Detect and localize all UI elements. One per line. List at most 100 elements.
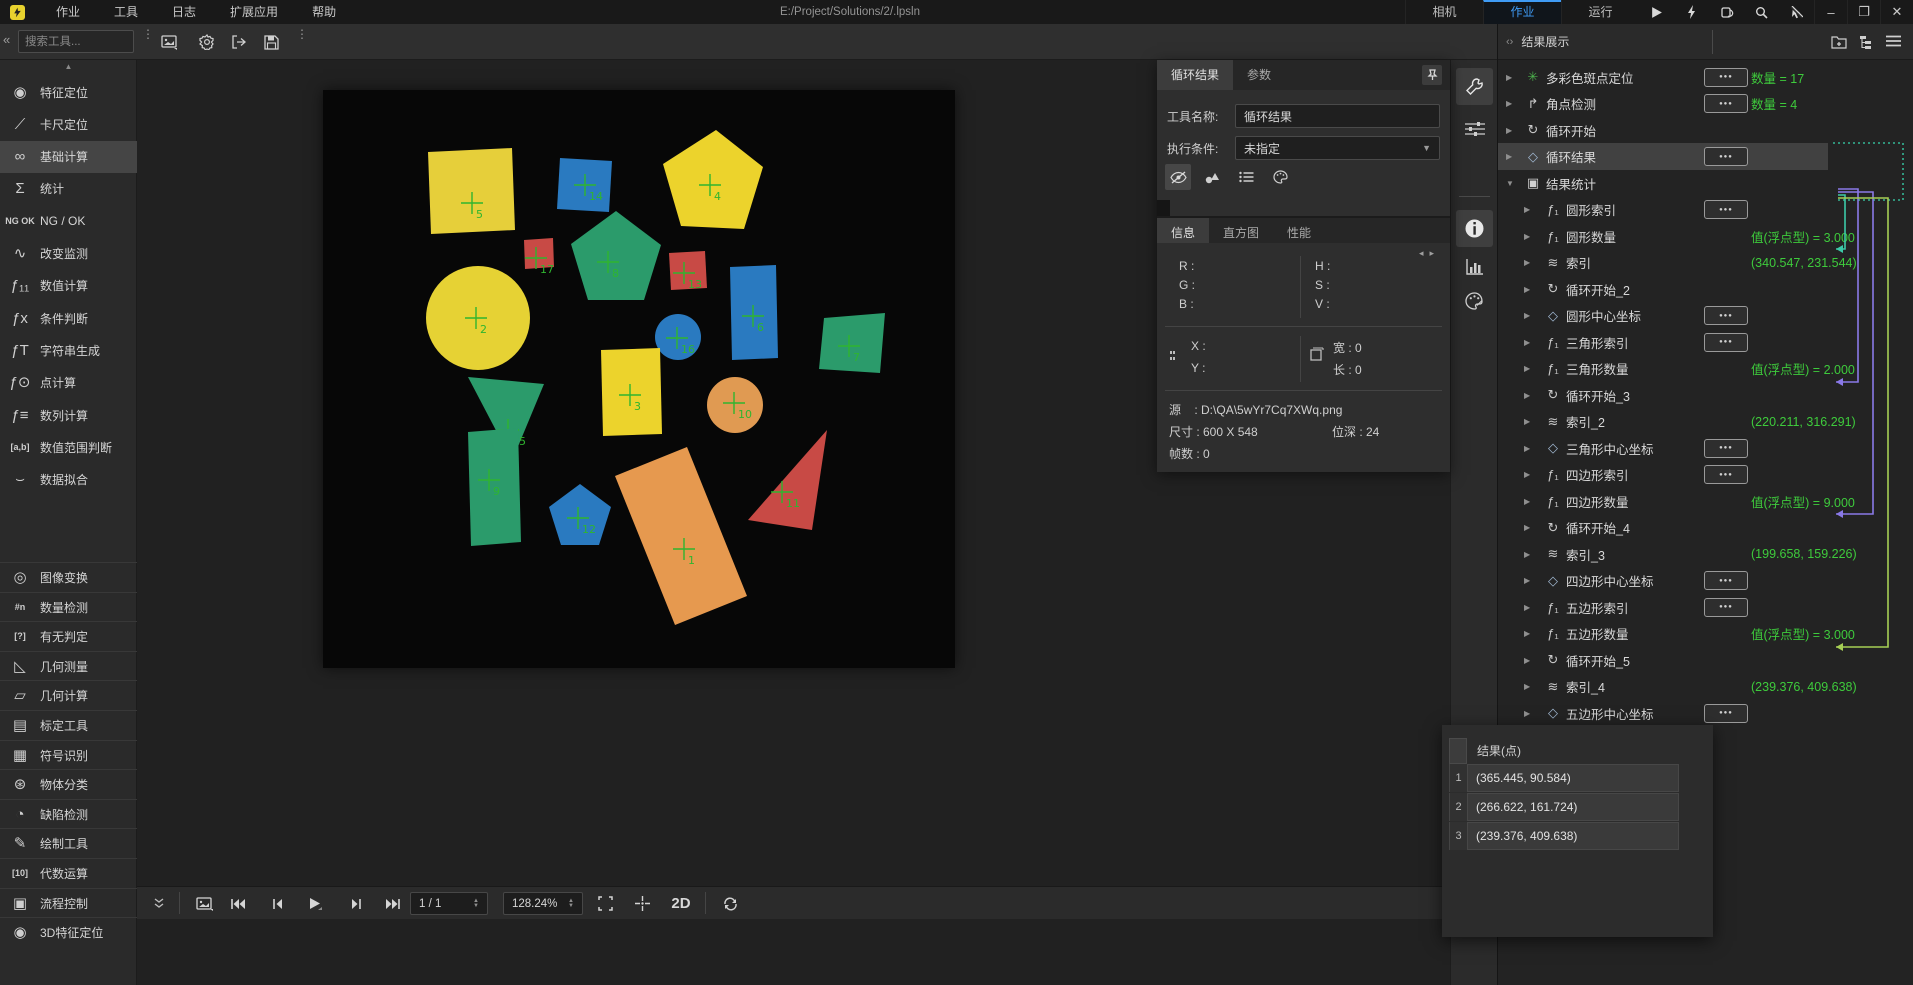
- scroll-up-icon[interactable]: ▲: [0, 62, 137, 71]
- add-folder-icon[interactable]: [1831, 35, 1847, 49]
- row-menu-button[interactable]: ●●●: [1704, 147, 1748, 166]
- hide-graphics-icon[interactable]: [1165, 164, 1191, 190]
- device-lock-icon[interactable]: [1709, 0, 1744, 24]
- exec-condition-select[interactable]: 未指定▼: [1235, 136, 1440, 160]
- info-tab-3[interactable]: 性能: [1273, 218, 1325, 243]
- sidebar-item-7[interactable]: ƒ₁₁数值计算: [0, 270, 137, 302]
- collapse-arrow-icon[interactable]: ▼: [1506, 179, 1514, 188]
- sidebar-item-g2-12[interactable]: ▣流程控制: [0, 888, 137, 918]
- row-menu-button[interactable]: ●●●: [1704, 571, 1748, 590]
- tab-run[interactable]: 运行: [1561, 0, 1639, 24]
- expand-arrow-icon[interactable]: ▶: [1524, 497, 1530, 506]
- search-icon[interactable]: [1744, 0, 1779, 24]
- panel-collapse-icon[interactable]: ‹›: [1498, 36, 1521, 48]
- sidebar-item-g2-11[interactable]: [10]代数运算: [0, 858, 137, 888]
- expand-arrow-icon[interactable]: ▶: [1524, 682, 1530, 691]
- row-menu-button[interactable]: ●●●: [1704, 200, 1748, 219]
- sidebar-item-g2-5[interactable]: ▱几何计算: [0, 680, 137, 710]
- first-frame-icon[interactable]: [225, 887, 251, 920]
- info-icon[interactable]: [1456, 210, 1493, 247]
- row-menu-button[interactable]: ●●●: [1704, 598, 1748, 617]
- sidebar-item-6[interactable]: ∿改变监测: [0, 238, 137, 270]
- menu-item-2[interactable]: 工具: [97, 0, 155, 24]
- tree-row-圆形索引[interactable]: ▶ƒ₁圆形索引●●●: [1498, 197, 1913, 223]
- panel-tab-1[interactable]: 循环结果: [1157, 60, 1233, 90]
- tree-row-结果统计[interactable]: ▼▣结果统计: [1498, 170, 1913, 196]
- sidebar-item-g2-8[interactable]: ⊛物体分类: [0, 769, 137, 799]
- next-frame-icon[interactable]: [343, 887, 369, 920]
- expand-arrow-icon[interactable]: ▶: [1524, 391, 1530, 400]
- tree-row-角点检测[interactable]: ▶↱角点检测●●●数量 = 4: [1498, 91, 1913, 117]
- sidebar-item-5[interactable]: NG OKNG / OK: [0, 205, 137, 237]
- tree-row-索引_2[interactable]: ▶≋索引_2(220.211, 316.291): [1498, 409, 1913, 435]
- expand-arrow-icon[interactable]: ▶: [1524, 338, 1530, 347]
- tree-row-三角形中心坐标[interactable]: ▶◇三角形中心坐标●●●: [1498, 435, 1913, 461]
- tree-row-五边形中心坐标[interactable]: ▶◇五边形中心坐标●●●: [1498, 700, 1913, 726]
- tree-row-五边形数量[interactable]: ▶ƒ₁五边形数量值(浮点型) = 3.000: [1498, 621, 1913, 647]
- histogram-icon[interactable]: [1456, 248, 1493, 285]
- loop-icon[interactable]: [715, 887, 745, 920]
- sidebar-item-g2-13[interactable]: ◉3D特征定位: [0, 917, 137, 947]
- center-crosshair-icon[interactable]: [629, 887, 655, 920]
- row-menu-button[interactable]: ●●●: [1704, 333, 1748, 352]
- snapshot-icon[interactable]: [192, 887, 218, 920]
- zoom-level[interactable]: 128.24% ▲▼: [503, 892, 583, 915]
- tree-row-圆形数量[interactable]: ▶ƒ₁圆形数量值(浮点型) = 3.000: [1498, 223, 1913, 249]
- expand-arrow-icon[interactable]: ▶: [1506, 152, 1512, 161]
- pin-icon[interactable]: [1422, 65, 1442, 85]
- expand-arrow-icon[interactable]: ▶: [1506, 99, 1512, 108]
- tree-row-循环开始_2[interactable]: ▶↻循环开始_2: [1498, 276, 1913, 302]
- row-menu-button[interactable]: ●●●: [1704, 704, 1748, 723]
- tree-row-多彩色斑点定位[interactable]: ▶✳多彩色斑点定位●●●数量 = 17: [1498, 64, 1913, 90]
- sidebar-item-10[interactable]: ƒ⊙点计算: [0, 367, 137, 399]
- tree-row-索引[interactable]: ▶≋索引(340.547, 231.544): [1498, 250, 1913, 276]
- tree-row-三角形数量[interactable]: ▶ƒ₁三角形数量值(浮点型) = 2.000: [1498, 356, 1913, 382]
- sidebar-item-g2-2[interactable]: #n数量检测: [0, 592, 137, 622]
- row-menu-button[interactable]: ●●●: [1704, 465, 1748, 484]
- menu-item-4[interactable]: 扩展应用: [213, 0, 295, 24]
- expand-arrow-icon[interactable]: ▶: [1524, 709, 1530, 718]
- expand-arrow-icon[interactable]: ▶: [1524, 629, 1530, 638]
- expand-arrow-icon[interactable]: ▶: [1524, 364, 1530, 373]
- sidebar-item-g2-10[interactable]: ✎绘制工具: [0, 828, 137, 858]
- maximize-button[interactable]: ❐: [1847, 0, 1880, 24]
- row-menu-button[interactable]: ●●●: [1704, 94, 1748, 113]
- prev-frame-icon[interactable]: [265, 887, 291, 920]
- row-menu-button[interactable]: ●●●: [1704, 439, 1748, 458]
- tree-view-icon[interactable]: [1859, 35, 1874, 49]
- sidebar-item-g2-1[interactable]: ◎图像变换: [0, 562, 137, 592]
- sliders-icon[interactable]: [1456, 110, 1493, 147]
- tree-row-索引_3[interactable]: ▶≋索引_3(199.658, 159.226): [1498, 541, 1913, 567]
- expand-arrow-icon[interactable]: ▶: [1524, 258, 1530, 267]
- expand-arrow-icon[interactable]: ▶: [1524, 417, 1530, 426]
- last-frame-icon[interactable]: [380, 887, 406, 920]
- tab-camera[interactable]: 相机: [1405, 0, 1483, 24]
- image-source-icon[interactable]: [158, 32, 180, 52]
- info-tab-2[interactable]: 直方图: [1209, 218, 1273, 243]
- sidebar-item-12[interactable]: [a,b]数值范围判断: [0, 431, 137, 463]
- sidebar-item-11[interactable]: ƒ≡数列计算: [0, 399, 137, 431]
- menu-item-5[interactable]: 帮助: [295, 0, 353, 24]
- expand-arrow-icon[interactable]: ▶: [1524, 311, 1530, 320]
- sidebar-item-1[interactable]: ◉特征定位: [0, 76, 137, 108]
- expand-arrow-icon[interactable]: ▶: [1524, 603, 1530, 612]
- sidebar-item-g2-9[interactable]: ◔缺陷检测: [0, 799, 137, 829]
- palette-panel-icon[interactable]: [1456, 282, 1493, 319]
- toolbar-overflow-icon[interactable]: ⋮: [296, 31, 300, 38]
- expand-arrow-icon[interactable]: ▶: [1506, 73, 1512, 82]
- wrench-icon[interactable]: [1456, 68, 1493, 105]
- expand-arrow-icon[interactable]: ▶: [1524, 205, 1530, 214]
- fit-screen-icon[interactable]: [592, 887, 618, 920]
- save-icon[interactable]: [260, 32, 282, 52]
- bolt-icon[interactable]: [1674, 0, 1709, 24]
- tree-row-循环结果[interactable]: ▶◇循环结果●●●: [1498, 144, 1913, 170]
- search-input[interactable]: [18, 30, 134, 53]
- popup-row-1[interactable]: 1(365.445, 90.584): [1449, 764, 1679, 792]
- expand-arrow-icon[interactable]: ▶: [1524, 444, 1530, 453]
- minimize-button[interactable]: –: [1814, 0, 1847, 24]
- export-icon[interactable]: [228, 32, 250, 52]
- menu-list-icon[interactable]: [1886, 35, 1901, 49]
- expand-arrow-icon[interactable]: ▶: [1524, 656, 1530, 665]
- shapes-icon[interactable]: [1199, 164, 1225, 190]
- view-mode-2d[interactable]: 2D: [665, 887, 697, 920]
